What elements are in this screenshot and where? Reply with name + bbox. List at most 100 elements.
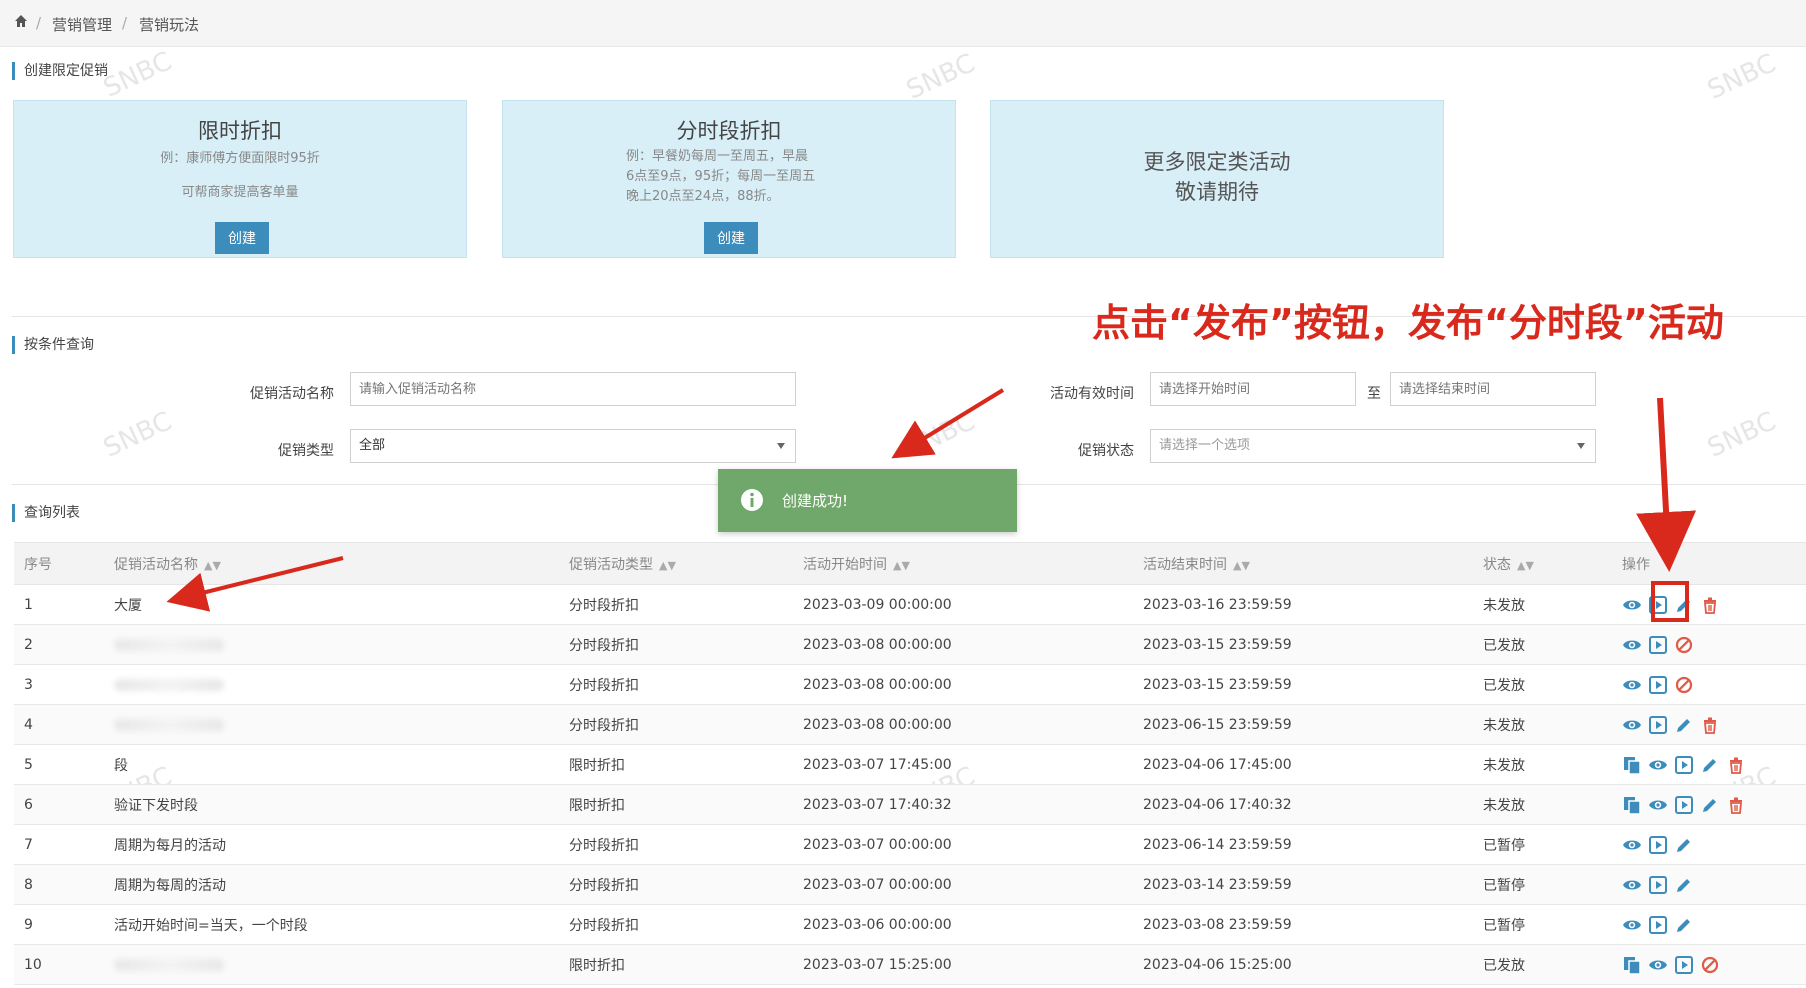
watermark: SNBC <box>902 406 980 464</box>
cell-name-text: 验证下发时段 <box>114 797 198 814</box>
publish-icon[interactable] <box>1674 755 1694 775</box>
pencil-icon[interactable] <box>1674 915 1694 935</box>
cell-end: 2023-03-15 23:59:59 <box>1143 624 1483 665</box>
pencil-icon[interactable] <box>1674 835 1694 855</box>
eye-icon[interactable] <box>1622 835 1642 855</box>
cell-ops <box>1622 584 1806 625</box>
type-filter-select[interactable]: 全部 <box>350 429 796 463</box>
table-row: 3 分时段折扣 2023-03-08 00:00:00 2023-03-15 23:5… <box>14 664 1806 705</box>
publish-icon[interactable] <box>1648 875 1668 895</box>
info-icon <box>740 488 764 512</box>
col-header-start[interactable]: 活动开始时间 ▲▼ <box>803 542 1143 585</box>
card-time-slot-discount: 分时段折扣 例：早餐奶每周一至周五，早晨 6点至9点，95折；每周一至周五 晚上… <box>502 100 956 258</box>
end-time-input[interactable] <box>1390 372 1596 406</box>
pencil-icon[interactable] <box>1674 715 1694 735</box>
status-filter-select[interactable]: 请选择一个选项 <box>1150 429 1596 463</box>
eye-icon[interactable] <box>1648 755 1668 775</box>
trash-icon[interactable] <box>1726 755 1746 775</box>
card-description-line: 例：早餐奶每周一至周五，早晨 <box>626 149 809 164</box>
eye-icon[interactable] <box>1648 795 1668 815</box>
ban-icon[interactable] <box>1700 955 1720 975</box>
watermark: SNBC <box>1703 406 1781 464</box>
cell-type: 分时段折扣 <box>569 624 803 665</box>
trash-icon[interactable] <box>1726 795 1746 815</box>
publish-icon[interactable] <box>1674 955 1694 975</box>
name-filter-input[interactable] <box>350 372 796 406</box>
cell-type: 限时折扣 <box>569 944 803 985</box>
eye-icon[interactable] <box>1622 675 1642 695</box>
cell-type: 分时段折扣 <box>569 584 803 625</box>
eye-icon[interactable] <box>1622 595 1642 615</box>
publish-icon[interactable] <box>1674 795 1694 815</box>
publish-icon[interactable] <box>1648 835 1668 855</box>
pencil-icon[interactable] <box>1700 795 1720 815</box>
trash-icon[interactable] <box>1700 595 1720 615</box>
cell-ops <box>1622 864 1806 905</box>
eye-icon[interactable] <box>1622 715 1642 735</box>
valid-time-label: 活动有效时间 <box>1050 386 1134 402</box>
toast-message: 创建成功! <box>782 492 849 510</box>
chevron-down-icon <box>777 443 785 449</box>
col-header-type[interactable]: 促销活动类型 ▲▼ <box>569 542 803 585</box>
cell-start: 2023-03-06 00:00:00 <box>803 904 1143 945</box>
eye-icon[interactable] <box>1622 635 1642 655</box>
start-time-input[interactable] <box>1150 372 1356 406</box>
status-filter-label: 促销状态 <box>1078 443 1134 459</box>
cell-ops <box>1622 624 1806 665</box>
breadcrumb-separator: / <box>36 14 42 32</box>
cell-name-text: 周期为每周的活动 <box>114 877 226 894</box>
cell-status: 已发放 <box>1483 664 1622 705</box>
cell-start: 2023-03-08 00:00:00 <box>803 664 1143 705</box>
pencil-icon[interactable] <box>1700 755 1720 775</box>
breadcrumb-item[interactable]: 营销管理 <box>52 14 112 35</box>
cell-end: 2023-06-14 23:59:59 <box>1143 824 1483 865</box>
publish-icon[interactable] <box>1648 715 1668 735</box>
trash-icon[interactable] <box>1700 715 1720 735</box>
cell-type: 分时段折扣 <box>569 904 803 945</box>
copy-icon[interactable] <box>1622 755 1642 775</box>
publish-icon[interactable] <box>1648 915 1668 935</box>
cell-type: 分时段折扣 <box>569 864 803 905</box>
copy-icon[interactable] <box>1622 795 1642 815</box>
col-header-status[interactable]: 状态 ▲▼ <box>1483 542 1622 585</box>
sort-icon: ▲▼ <box>204 558 221 572</box>
cell-ops <box>1622 944 1806 985</box>
col-header-end[interactable]: 活动结束时间 ▲▼ <box>1143 542 1483 585</box>
breadcrumb-separator: / <box>122 14 128 32</box>
col-header-name[interactable]: 促销活动名称 ▲▼ <box>114 542 569 585</box>
type-filter-label: 促销类型 <box>278 443 334 459</box>
table-row: 6 验证下发时段 限时折扣 2023-03-07 17:40:32 2023-04-06… <box>14 784 1806 825</box>
ban-icon[interactable] <box>1674 675 1694 695</box>
card-limited-discount: 限时折扣 例：康师傅方便面限时95折 可帮商家提高客单量 创建 <box>13 100 467 258</box>
cell-no: 4 <box>14 704 114 745</box>
sort-icon: ▲▼ <box>893 558 910 572</box>
ban-icon[interactable] <box>1674 635 1694 655</box>
publish-icon[interactable] <box>1648 635 1668 655</box>
create-limited-discount-button[interactable]: 创建 <box>215 222 269 254</box>
cell-name: 段 <box>114 744 569 785</box>
cell-ops <box>1622 824 1806 865</box>
create-time-slot-discount-button[interactable]: 创建 <box>704 222 758 254</box>
card-coming-soon-line: 敬请期待 <box>1175 180 1259 204</box>
publish-icon[interactable] <box>1648 675 1668 695</box>
cell-status: 未发放 <box>1483 784 1622 825</box>
home-icon[interactable] <box>14 14 28 28</box>
pencil-icon[interactable] <box>1674 875 1694 895</box>
arrow-to-toast <box>891 388 1005 459</box>
cell-start: 2023-03-07 15:25:00 <box>803 944 1143 985</box>
cell-name: 周期为每月的活动 <box>114 824 569 865</box>
table-header-row: 序号 促销活动名称 ▲▼ 促销活动类型 ▲▼ 活动开始时间 ▲▼ 活动结束时间 ▲▼ 状… <box>14 542 1806 585</box>
cell-start: 2023-03-07 00:00:00 <box>803 824 1143 865</box>
table-row: 2 分时段折扣 2023-03-08 00:00:00 2023-03-15 23:5… <box>14 624 1806 665</box>
eye-icon[interactable] <box>1622 875 1642 895</box>
section-title-create: 创建限定促销 <box>12 62 108 80</box>
eye-icon[interactable] <box>1648 955 1668 975</box>
cell-name: 大厦 <box>114 584 569 625</box>
watermark: SNBC <box>99 46 177 104</box>
copy-icon[interactable] <box>1622 955 1642 975</box>
cell-name-text: 段 <box>114 757 128 774</box>
cell-status: 未发放 <box>1483 704 1622 745</box>
eye-icon[interactable] <box>1622 915 1642 935</box>
card-description-line: 6点至9点，95折；每周一至周五 <box>626 169 816 184</box>
cell-type: 分时段折扣 <box>569 704 803 745</box>
